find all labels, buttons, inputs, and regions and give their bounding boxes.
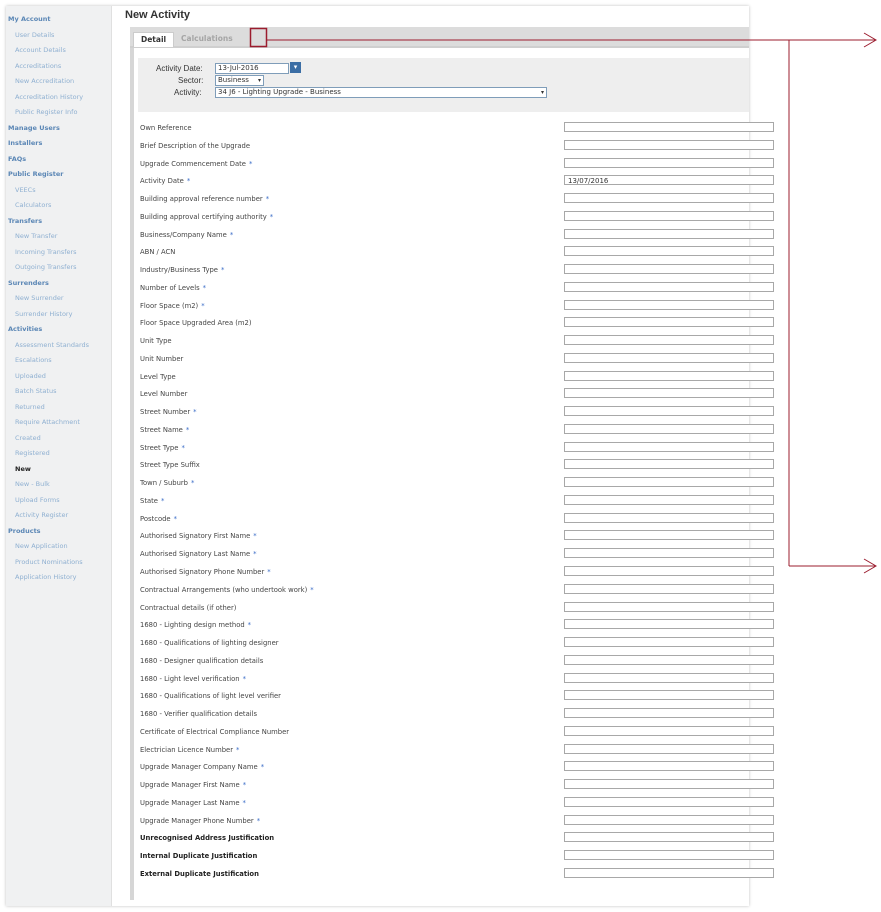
tab-highlight-box xyxy=(249,27,268,48)
annotation-overlay xyxy=(249,27,877,574)
